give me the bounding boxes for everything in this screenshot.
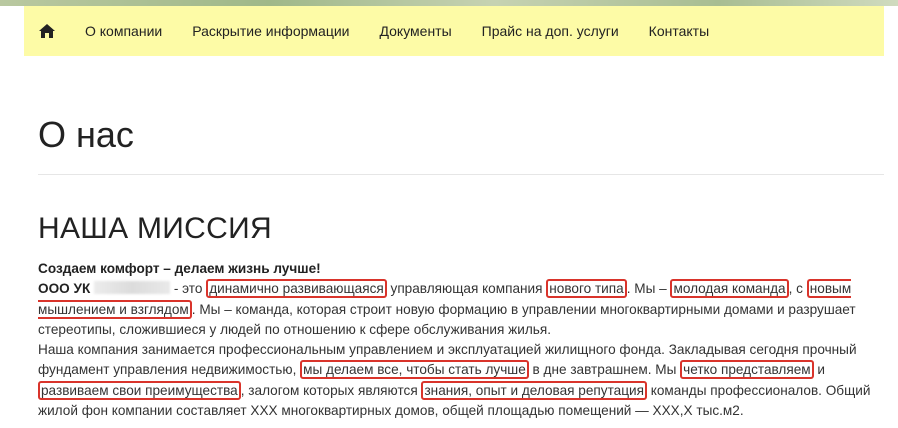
title-divider — [38, 174, 884, 175]
page-title: О нас — [38, 114, 134, 155]
company-name: ООО УК — [38, 281, 91, 297]
highlight-dynamic: динамично развивающаяся — [206, 279, 387, 299]
nav-item-about-company[interactable]: О компании — [70, 6, 177, 56]
highlight-young-team: молодая команда — [670, 279, 789, 299]
redacted-company-name — [94, 281, 171, 295]
nav-home-link[interactable] — [24, 6, 70, 56]
highlight-knowledge-experience: знания, опыт и деловая репутация — [421, 380, 647, 400]
nav-item-price-list[interactable]: Прайс на доп. услуги — [467, 6, 634, 56]
highlight-new-type: нового типа — [546, 279, 627, 299]
mission-paragraph-1: ООО УК - это динамично развивающаяся упр… — [38, 279, 856, 337]
highlight-do-everything: мы делаем все, чтобы стать лучше — [300, 360, 529, 380]
nav-item-disclosure[interactable]: Раскрытие информации — [177, 6, 364, 56]
mission-paragraph-2: Наша компания занимается профессиональны… — [38, 342, 871, 419]
mission-content: Создаем комфорт – делаем жизнь лучше! ОО… — [38, 259, 886, 421]
nav-item-contacts[interactable]: Контакты — [634, 6, 724, 56]
highlight-develop-advantages: развиваем свои преимущества — [38, 380, 241, 400]
highlight-clearly-understand: четко представляем — [680, 360, 814, 380]
main-navbar: О компании Раскрытие информации Документ… — [24, 6, 884, 56]
nav-item-documents[interactable]: Документы — [364, 6, 466, 56]
section-title: НАША МИССИЯ — [38, 212, 272, 245]
mission-slogan: Создаем комфорт – делаем жизнь лучше! — [38, 261, 321, 276]
home-icon — [39, 24, 55, 38]
